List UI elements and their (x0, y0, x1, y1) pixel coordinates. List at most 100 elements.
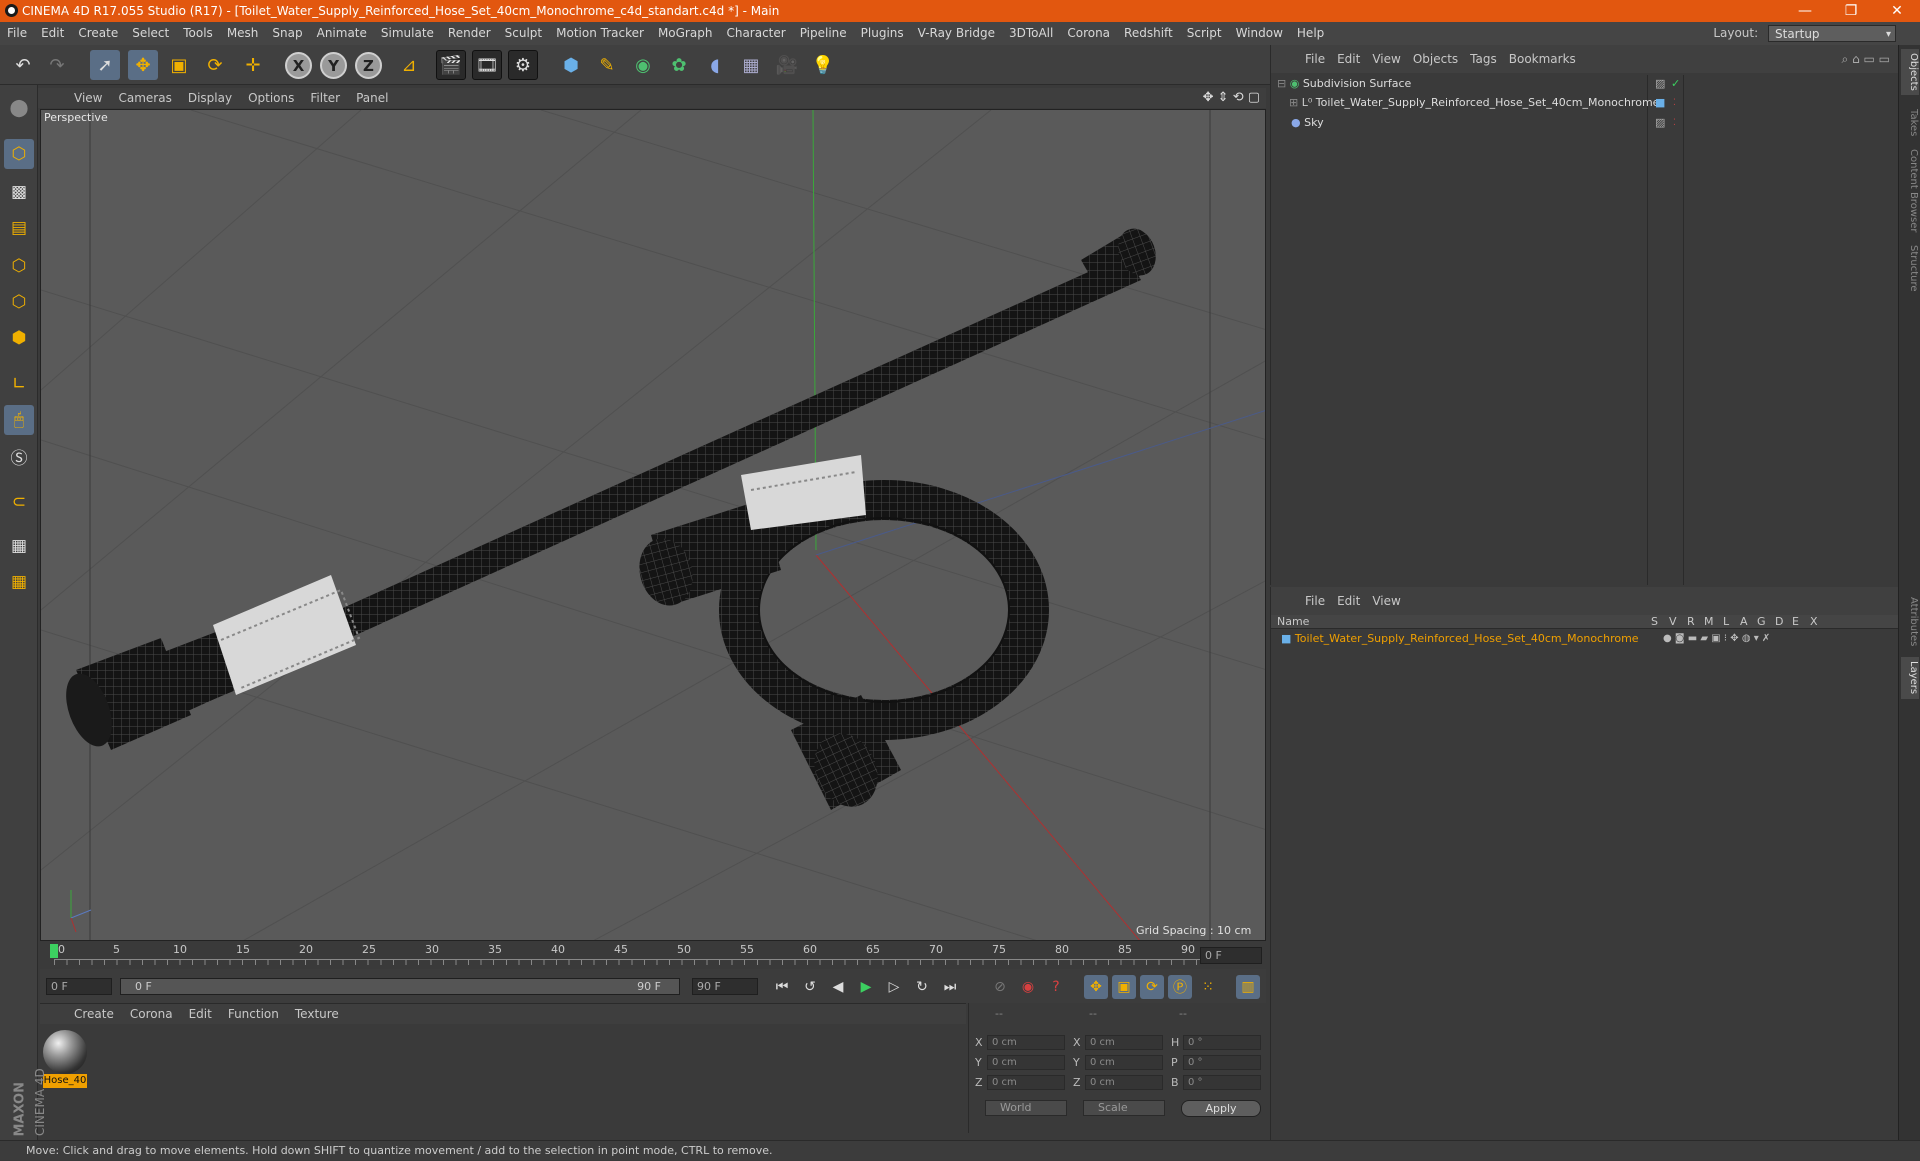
key-position-icon[interactable]: ✥ (1084, 975, 1108, 999)
subdivision-surface-icon[interactable]: ◉ (628, 50, 658, 80)
tree-expander-icon[interactable]: ⊟ (1277, 77, 1286, 90)
minimize-button[interactable]: — (1782, 0, 1828, 22)
planar-workplane-icon[interactable]: ▦ (4, 567, 34, 597)
model-mode-icon[interactable]: ⬡ (4, 139, 34, 169)
menu-character[interactable]: Character (719, 22, 792, 45)
key-parameter-icon[interactable]: Ⓟ (1168, 975, 1192, 999)
viewport-menu-view[interactable]: View (66, 88, 110, 108)
layer-color-icon[interactable]: ■ (1281, 632, 1291, 645)
key-scale-icon[interactable]: ▣ (1112, 975, 1136, 999)
timeline-window-icon[interactable]: ▥ (1236, 975, 1260, 999)
coordinate-space-dropdown[interactable]: World (985, 1100, 1067, 1116)
x-axis-lock-button[interactable]: X (285, 52, 312, 79)
lock-workplane-icon[interactable]: ▦ (4, 531, 34, 561)
material-menu-texture[interactable]: Texture (287, 1004, 347, 1024)
next-frame-icon[interactable]: ▷ (882, 975, 906, 999)
material-menu-edit[interactable]: Edit (181, 1004, 220, 1024)
tab-content-browser[interactable]: Content Browser (1901, 145, 1919, 237)
enabled-check-icon[interactable]: ✓ (1671, 75, 1680, 93)
move-tool-icon[interactable]: ✥ (128, 50, 158, 80)
menu-file[interactable]: File (0, 22, 34, 45)
close-button[interactable]: ✕ (1874, 0, 1920, 22)
menu-redshift[interactable]: Redshift (1117, 22, 1180, 45)
object-search-home-icons[interactable]: ⌕ ⌂ ▭ ▭ (1842, 45, 1890, 73)
rot-p-field[interactable]: 0 ° (1183, 1055, 1261, 1070)
go-to-start-icon[interactable]: ⏮ (770, 975, 794, 999)
record-disabled-icon[interactable]: ⊘ (988, 975, 1012, 999)
menu-corona[interactable]: Corona (1060, 22, 1117, 45)
tab-layers[interactable]: Layers (1901, 657, 1919, 699)
layer-row[interactable]: ■ Toilet_Water_Supply_Reinforced_Hose_Se… (1281, 630, 1770, 648)
object-menu-bookmarks[interactable]: Bookmarks (1503, 45, 1582, 73)
layer-menu-view[interactable]: View (1366, 587, 1406, 615)
menu-3dtoall[interactable]: 3DToAll (1002, 22, 1060, 45)
size-x-field[interactable]: 0 cm (1085, 1035, 1163, 1050)
layer-menu-edit[interactable]: Edit (1331, 587, 1366, 615)
deformer-icon[interactable]: ◖ (700, 50, 730, 80)
pos-x-field[interactable]: 0 cm (987, 1035, 1065, 1050)
playhead-marker[interactable] (50, 944, 58, 958)
rot-h-field[interactable]: 0 ° (1183, 1035, 1261, 1050)
previous-keyframe-icon[interactable]: ↺ (798, 975, 822, 999)
size-z-field[interactable]: 0 cm (1085, 1075, 1163, 1090)
cube-primitive-icon[interactable]: ⬢ (556, 50, 586, 80)
snap-icon[interactable]: Ⓢ (4, 441, 34, 471)
viewport-navigation-icons[interactable]: ✥ ⇕ ⟲ ▢ (1203, 88, 1260, 108)
start-frame-field[interactable]: 0 F (46, 978, 112, 995)
apply-button[interactable]: Apply (1181, 1100, 1261, 1117)
layer-menu-file[interactable]: File (1299, 587, 1331, 615)
pen-spline-icon[interactable]: ✎ (592, 50, 622, 80)
menu-mesh[interactable]: Mesh (220, 22, 266, 45)
size-y-field[interactable]: 0 cm (1085, 1055, 1163, 1070)
menu-plugins[interactable]: Plugins (854, 22, 911, 45)
menu-help[interactable]: Help (1290, 22, 1331, 45)
material-menu-function[interactable]: Function (220, 1004, 287, 1024)
viewport-menu-display[interactable]: Display (180, 88, 240, 108)
tree-expander-icon[interactable]: ⊞ (1289, 96, 1298, 109)
frame-range-slider[interactable]: 0 F 90 F (120, 978, 680, 995)
live-selection-icon[interactable]: ➚ (90, 50, 120, 80)
render-view-icon[interactable]: 🎬 (436, 50, 466, 80)
next-keyframe-icon[interactable]: ↻ (910, 975, 934, 999)
material-swatch[interactable]: Hose_40 (43, 1030, 87, 1088)
texture-mode-icon[interactable]: ▩ (4, 177, 34, 207)
record-active-objects-icon[interactable]: ◉ (1016, 975, 1040, 999)
menu-edit[interactable]: Edit (34, 22, 71, 45)
restore-button[interactable]: ❐ (1828, 0, 1874, 22)
size-mode-dropdown[interactable]: Scale (1083, 1100, 1165, 1116)
menu-create[interactable]: Create (71, 22, 125, 45)
material-menu-corona[interactable]: Corona (122, 1004, 181, 1024)
redo-icon[interactable]: ↷ (42, 50, 72, 80)
visibility-dots-icon[interactable]: ⁚ (1673, 94, 1676, 112)
z-axis-lock-button[interactable]: Z (355, 52, 382, 79)
layer-color-icon[interactable]: ■ (1655, 94, 1665, 112)
previous-frame-icon[interactable]: ◀ (826, 975, 850, 999)
object-menu-view[interactable]: View (1366, 45, 1406, 73)
viewport-menu-options[interactable]: Options (240, 88, 302, 108)
viewport-menu-cameras[interactable]: Cameras (110, 88, 179, 108)
edges-mode-icon[interactable]: ⬡ (4, 287, 34, 317)
coordinate-system-icon[interactable]: ⊿ (394, 50, 424, 80)
camera-icon[interactable]: 🎥 (772, 50, 802, 80)
visibility-toggle-icon[interactable]: ▨ (1655, 114, 1665, 132)
menu-pipeline[interactable]: Pipeline (793, 22, 854, 45)
tab-structure[interactable]: Structure (1901, 241, 1919, 293)
3d-viewport[interactable] (40, 109, 1266, 941)
pos-z-field[interactable]: 0 cm (987, 1075, 1065, 1090)
visibility-toggle-icon[interactable]: ▨ (1655, 75, 1665, 93)
key-rotation-icon[interactable]: ⟳ (1140, 975, 1164, 999)
pos-y-field[interactable]: 0 cm (987, 1055, 1065, 1070)
menu-tools[interactable]: Tools (176, 22, 220, 45)
timeline-ruler[interactable]: 0 5 10 15 20 25 30 35 40 45 50 55 60 65 … (40, 941, 1266, 969)
viewport-menu-panel[interactable]: Panel (348, 88, 396, 108)
play-icon[interactable]: ▶ (854, 975, 878, 999)
scale-tool-icon[interactable]: ▣ (164, 50, 194, 80)
rot-b-field[interactable]: 0 ° (1183, 1075, 1261, 1090)
object-menu-file[interactable]: File (1299, 45, 1331, 73)
axis-mode-icon[interactable]: ∟ (4, 369, 34, 399)
tweak-mode-icon[interactable]: 🖱 (4, 405, 34, 435)
object-menu-edit[interactable]: Edit (1331, 45, 1366, 73)
tab-takes[interactable]: Takes (1901, 105, 1919, 139)
current-frame-field[interactable]: 0 F (1200, 947, 1262, 964)
menu-window[interactable]: Window (1229, 22, 1290, 45)
